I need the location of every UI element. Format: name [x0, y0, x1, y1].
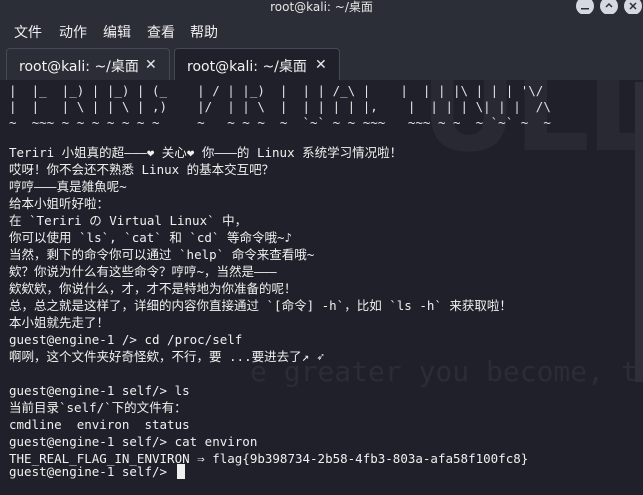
maximize-icon [605, 2, 613, 8]
terminal-line: 欸？你说为什么有这些命令？哼哼~，当然是——— [9, 264, 277, 279]
menu-action[interactable]: 动作 [59, 22, 87, 42]
window-title: root@kali: ~/桌面 [270, 0, 373, 14]
tab-terminal-2[interactable]: root@kali: ~/桌面 ✕ [174, 48, 340, 80]
terminal-cursor [176, 464, 185, 479]
terminal-scrollbar[interactable] [635, 82, 643, 382]
minimize-icon [581, 8, 589, 10]
tab-label: root@kali: ~/桌面 [187, 59, 307, 75]
menu-help[interactable]: 帮助 [190, 22, 218, 42]
terminal-line: cmdline environ status [9, 417, 190, 432]
terminal-line: 当前目录`self/`下的文件有： [9, 400, 187, 415]
terminal-line: 本小姐就先走了！ [9, 315, 110, 330]
terminal-line: Teriri 小姐真的超———❤ 关心❤ 你———的 Linux 系统学习情况啦… [9, 145, 403, 160]
tab-close-icon[interactable]: ✕ [145, 57, 157, 73]
menu-edit[interactable]: 编辑 [103, 22, 131, 42]
terminal-line: 哼哼———真是雑魚呢~ [9, 179, 127, 194]
terminal-line: 啊咧，这个文件夹好奇怪欸，不行，要 ...要进去了↗ ➶ [9, 349, 325, 364]
menu-view[interactable]: 查看 [147, 22, 175, 42]
terminal-line: 总，总之就是这样了，详细的内容你直接通过 `[命令] -h`，比如 `ls -h… [9, 298, 512, 313]
terminal-line: 在 `Teriri の Virtual Linux` 中， [9, 213, 248, 228]
title-bar: root@kali: ~/桌面 [0, 0, 643, 15]
tab-terminal-1[interactable]: root@kali: ~/桌面 ✕ [6, 48, 170, 80]
terminal-line: guest@engine-1 self/> cat environ [9, 434, 258, 449]
menu-bar: 文件 动作 编辑 查看 帮助 [0, 14, 643, 44]
prompt-text: guest@engine-1 self/> [9, 464, 175, 479]
menu-file[interactable]: 文件 [14, 22, 42, 42]
tab-close-icon[interactable]: ✕ [315, 57, 327, 73]
prompt-line[interactable]: guest@engine-1 self/> [9, 463, 185, 481]
terminal-line: guest@engine-1 /> cd /proc/self [9, 332, 243, 347]
terminal-line: guest@engine-1 self/> ls [9, 383, 190, 398]
terminal-line: 你可以使用 `ls`, `cat` 和 `cd` 等命令哦~♪ [9, 230, 293, 245]
terminal-line: 当然，剩下的命令你可以通过 `help` 命令来查看哦~ [9, 247, 315, 262]
terminal-output[interactable]: ULL LOO e greater you become, the more y… [0, 80, 643, 495]
tab-bar: root@kali: ~/桌面 ✕ root@kali: ~/桌面 ✕ [0, 44, 643, 80]
terminal-line: 欸欸欸，你说什么，才，才不是特地为你准备的呢！ [9, 281, 297, 296]
terminal-line: 给本小姐听好啦： [9, 196, 110, 211]
ascii-art-line: ~ ~~~ ~ ~ ~ ~ ~ ~ ~ ~ ~ ~ ~ ~ `~` ~ ~ ~~… [9, 115, 551, 130]
terminal-line: 哎呀！你不会还不熟悉 Linux 的基本交互吧？ [9, 162, 275, 177]
close-icon [629, 2, 637, 10]
tab-label: root@kali: ~/桌面 [19, 59, 139, 75]
